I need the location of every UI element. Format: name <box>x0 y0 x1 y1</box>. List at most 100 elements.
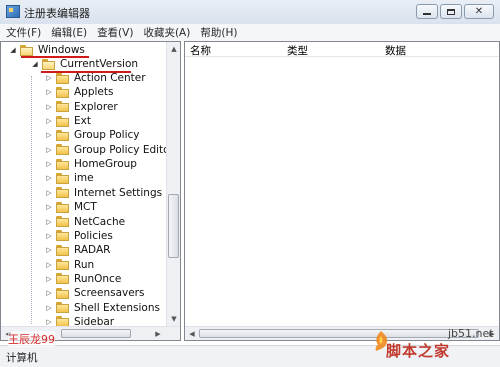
expand-arrow-icon[interactable]: ▷ <box>45 232 53 240</box>
close-button[interactable]: ✕ <box>464 4 494 19</box>
collapse-arrow-icon[interactable]: ◢ <box>31 60 39 68</box>
folder-icon <box>56 158 69 170</box>
expand-arrow-icon[interactable]: ▷ <box>45 261 53 269</box>
tree-node[interactable]: ▷ Applets <box>45 85 113 99</box>
folder-icon <box>56 72 69 84</box>
tree-node[interactable]: ▷ Ext <box>45 114 91 128</box>
scroll-thumb-horizontal[interactable] <box>61 329 131 338</box>
tree-node-label: Group Policy Editor <box>74 143 174 156</box>
window-controls: ✕ <box>414 4 494 20</box>
folder-icon <box>56 244 69 256</box>
scroll-down-arrow-icon[interactable]: ▼ <box>167 312 180 326</box>
expand-arrow-icon[interactable]: ▷ <box>45 318 53 326</box>
menu-favorites[interactable]: 收藏夹(A) <box>137 25 194 40</box>
expand-arrow-icon[interactable]: ▷ <box>45 218 53 226</box>
expand-arrow-icon[interactable]: ▷ <box>45 160 53 168</box>
tree-node-windows[interactable]: ◢ Windows <box>9 43 85 57</box>
scroll-right-arrow-icon[interactable]: ▶ <box>151 327 165 340</box>
expand-arrow-icon[interactable]: ▷ <box>45 246 53 254</box>
tree-node[interactable]: ▷ MCT <box>45 200 97 214</box>
tree-node-label: NetCache <box>74 215 126 228</box>
expand-arrow-icon[interactable]: ▷ <box>45 174 53 182</box>
collapse-arrow-icon[interactable]: ◢ <box>9 46 17 54</box>
expand-arrow-icon[interactable]: ▷ <box>45 74 53 82</box>
tree-node-label: Shell Extensions <box>74 301 160 314</box>
menu-view[interactable]: 查看(V) <box>91 25 137 40</box>
column-header-type[interactable]: 类型 <box>287 43 308 58</box>
expand-arrow-icon[interactable]: ▷ <box>45 146 53 154</box>
tree-node[interactable]: ▷ Action Center <box>45 71 145 85</box>
author-watermark: 王辰龙99 <box>8 331 55 347</box>
tree-node[interactable]: ▷ RunOnce <box>45 272 121 286</box>
tree-vertical-scrollbar[interactable]: ▲ ▼ <box>166 42 180 326</box>
tree-node[interactable]: ▷ HomeGroup <box>45 157 137 171</box>
folder-icon <box>56 230 69 242</box>
expand-arrow-icon[interactable]: ▷ <box>45 189 53 197</box>
minimize-icon <box>423 13 431 15</box>
tree-node[interactable]: ▷ ime <box>45 171 94 185</box>
tree-node-label: Applets <box>74 86 114 99</box>
tree-node-label: HomeGroup <box>74 158 137 171</box>
folder-icon <box>56 101 69 113</box>
tree-node[interactable]: ▷ Internet Settings <box>45 186 162 200</box>
tree-node[interactable]: ▷ NetCache <box>45 215 125 229</box>
folder-icon <box>56 144 69 156</box>
scroll-thumb-horizontal[interactable] <box>199 329 479 338</box>
tree-node-label: Group Policy <box>74 129 140 142</box>
close-icon: ✕ <box>474 5 484 17</box>
tree-node-label: RunOnce <box>74 272 122 285</box>
folder-open-icon <box>42 58 55 70</box>
scroll-up-arrow-icon[interactable]: ▲ <box>167 42 180 56</box>
expand-arrow-icon[interactable]: ▷ <box>45 117 53 125</box>
expand-arrow-icon[interactable]: ▷ <box>45 131 53 139</box>
expand-arrow-icon[interactable]: ▷ <box>45 275 53 283</box>
expand-arrow-icon[interactable]: ▷ <box>45 103 53 111</box>
expand-arrow-icon[interactable]: ▷ <box>45 203 53 211</box>
expand-arrow-icon[interactable]: ▷ <box>45 304 53 312</box>
tree-node[interactable]: ▷ Run <box>45 258 94 272</box>
menu-file[interactable]: 文件(F) <box>0 25 45 40</box>
tree-node[interactable]: ▷ Policies <box>45 229 113 243</box>
folder-open-icon <box>20 44 33 56</box>
registry-tree-pane[interactable]: ◢ Windows ◢ CurrentVersion ▷ Action Cente… <box>0 41 181 341</box>
scroll-thumb[interactable] <box>168 194 179 258</box>
expand-arrow-icon[interactable]: ▷ <box>45 289 53 297</box>
maximize-icon <box>447 8 455 15</box>
registry-values-pane[interactable]: 名称 类型 数据 ◀ ▶ <box>184 41 500 341</box>
folder-icon <box>56 129 69 141</box>
tree-node-label: Windows <box>38 44 85 56</box>
folder-icon <box>56 187 69 199</box>
site-watermark: jb51.net <box>448 327 494 340</box>
tree-node[interactable]: ▷ Screensavers <box>45 286 144 300</box>
tree-node-label: Policies <box>74 229 113 242</box>
column-header-data[interactable]: 数据 <box>385 43 406 58</box>
tree-node-label: ime <box>74 172 94 185</box>
tree-node-currentversion[interactable]: ◢ CurrentVersion <box>31 57 138 71</box>
window-title: 注册表编辑器 <box>24 7 90 20</box>
menu-edit[interactable]: 编辑(E) <box>45 25 91 40</box>
status-text: 计算机 <box>6 352 38 364</box>
column-header-name[interactable]: 名称 <box>190 43 211 58</box>
tree-node-label: CurrentVersion <box>60 58 139 70</box>
tree-node-label: Explorer <box>74 100 118 113</box>
site-logo-text: 脚本之家 <box>386 342 451 360</box>
tree-node-label: MCT <box>74 201 97 214</box>
menu-help[interactable]: 帮助(H) <box>194 25 241 40</box>
tree-node-label: Internet Settings <box>74 186 163 199</box>
tree-node[interactable]: ▷ Group Policy <box>45 128 140 142</box>
scroll-left-arrow-icon[interactable]: ◀ <box>185 327 199 340</box>
tree-node[interactable]: ▷ RADAR <box>45 243 110 257</box>
tree-node[interactable]: ▷ Shell Extensions <box>45 301 160 315</box>
folder-icon <box>56 115 69 127</box>
folder-icon <box>56 86 69 98</box>
menu-bar: 文件(F) 编辑(E) 查看(V) 收藏夹(A) 帮助(H) <box>0 24 500 41</box>
maximize-button[interactable] <box>440 4 462 19</box>
minimize-button[interactable] <box>416 4 438 19</box>
folder-icon <box>56 273 69 285</box>
tree-node[interactable]: ▷ Explorer <box>45 100 118 114</box>
folder-icon <box>56 259 69 271</box>
expand-arrow-icon[interactable]: ▷ <box>45 88 53 96</box>
folder-icon <box>56 216 69 227</box>
tree-guide-line <box>31 76 32 324</box>
tree-node[interactable]: ▷ Group Policy Editor <box>45 143 174 157</box>
